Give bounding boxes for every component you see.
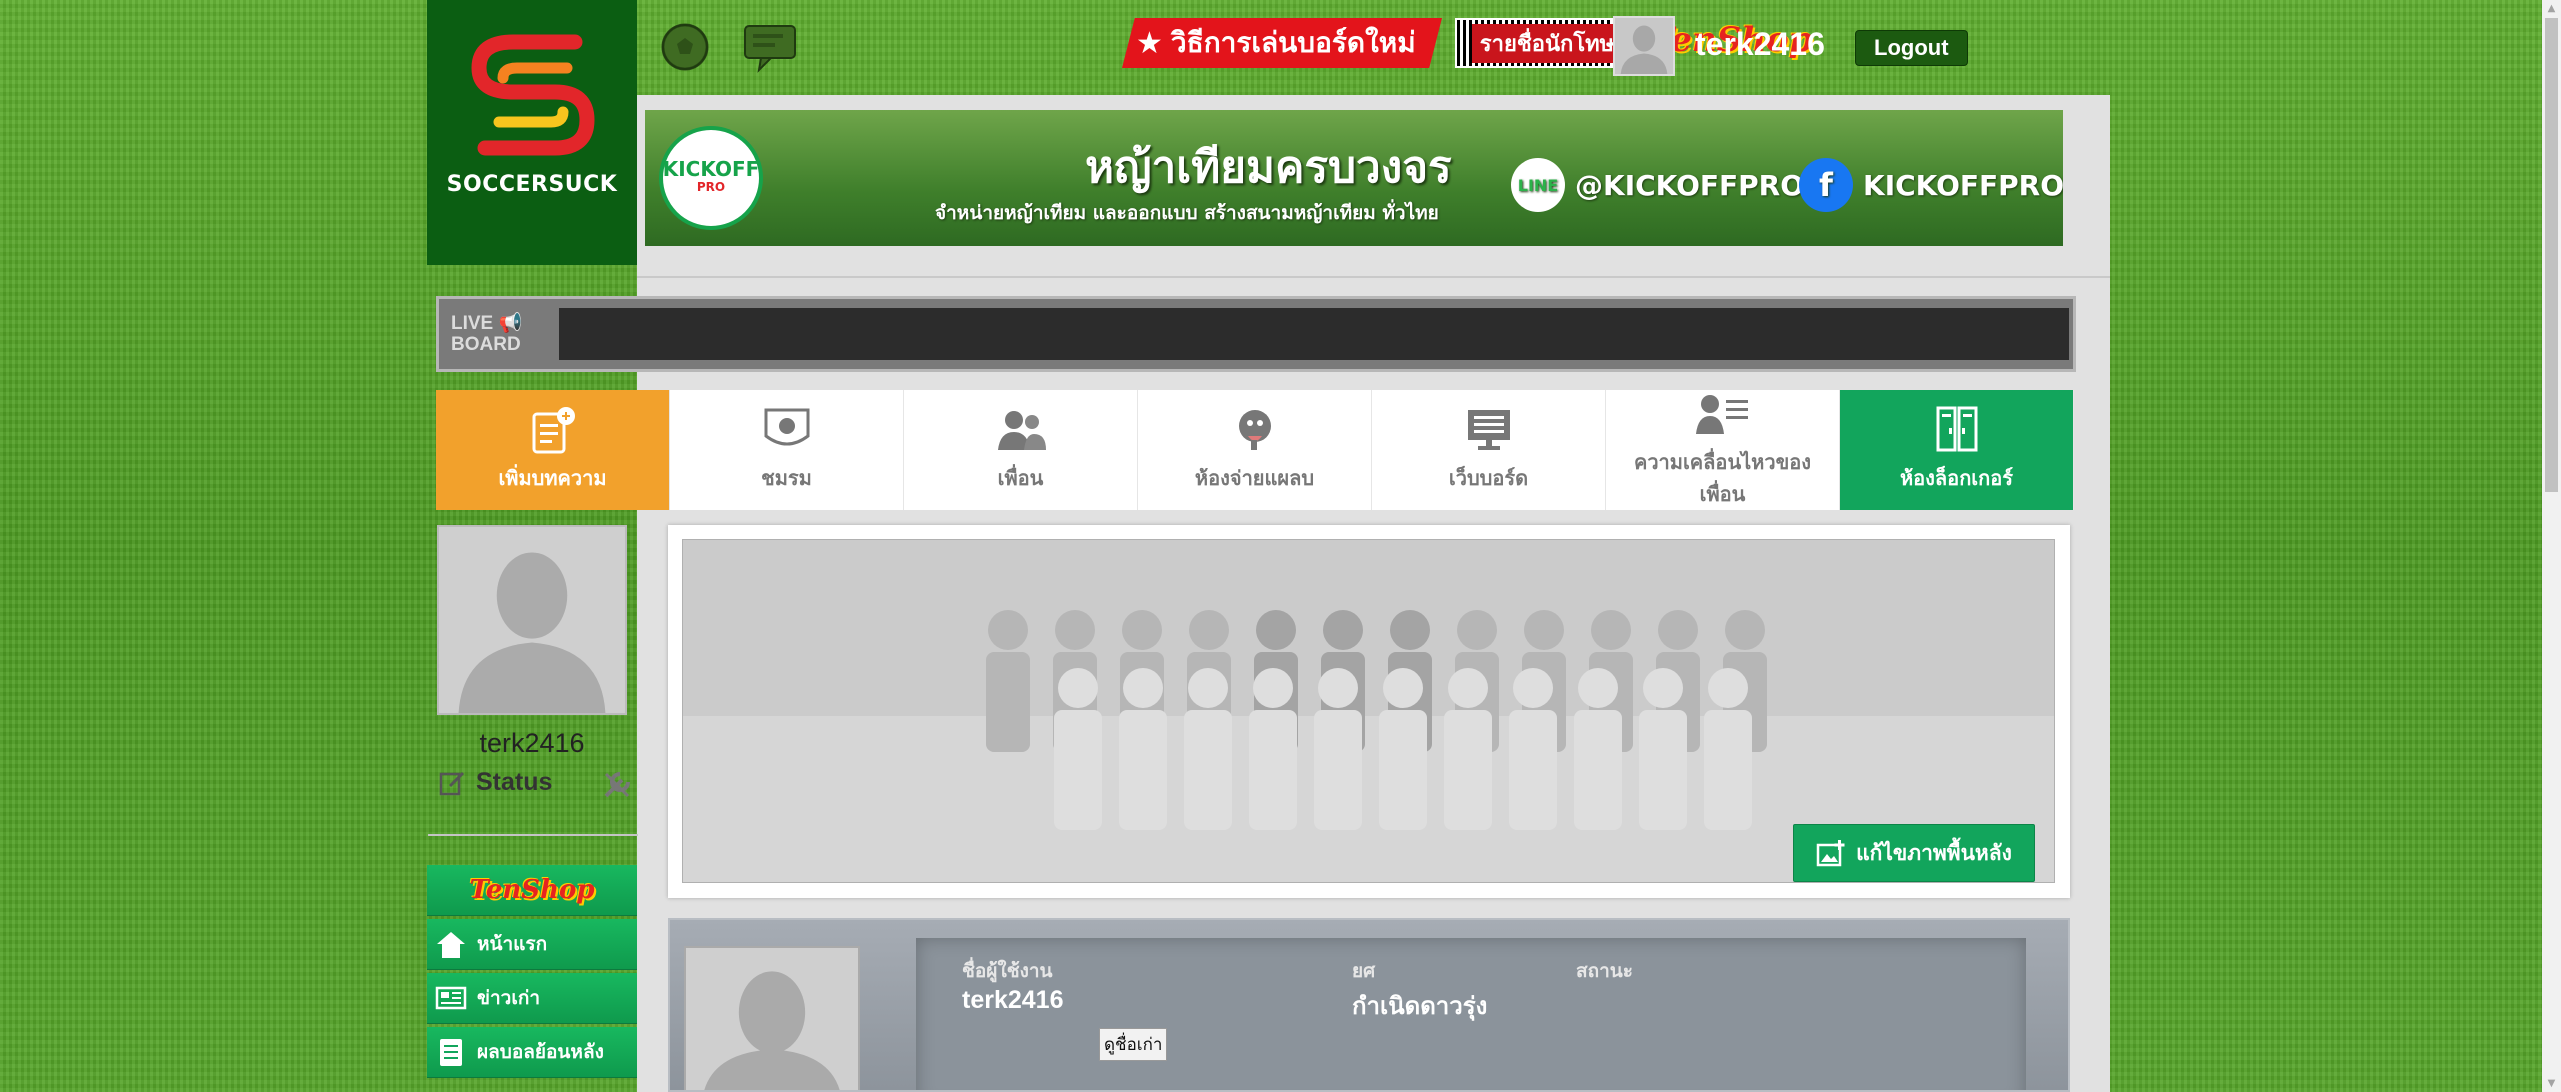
- soccersuck-logo-icon: [471, 34, 595, 156]
- nav-webboard[interactable]: เว็บบอร์ด: [1372, 390, 1606, 510]
- sidebar-item-home[interactable]: หน้าแรก: [427, 919, 637, 970]
- live-board-label-line1: LIVE: [451, 313, 494, 334]
- facebook-contact: f KICKOFFPRO: [1799, 158, 2063, 212]
- nav-friends-label: เพื่อน: [997, 466, 1044, 490]
- locker-room-icon: [1936, 406, 1977, 452]
- webboard-icon: [1467, 410, 1510, 450]
- profile-picture[interactable]: [437, 525, 627, 715]
- megaphone-icon: 📢: [498, 313, 523, 334]
- nav-club[interactable]: ชมรม: [670, 390, 904, 510]
- page-scrollbar[interactable]: ▲ ▼: [2542, 0, 2561, 1092]
- live-board-label-line2: BOARD: [451, 334, 521, 355]
- username-value: terk2416: [962, 986, 1064, 1014]
- friends-icon: [997, 411, 1046, 450]
- cover-placeholder: แก้ไขภาพพื้นหลัง: [682, 539, 2055, 883]
- edit-cover-label: แก้ไขภาพพื้นหลัง: [1856, 840, 2012, 865]
- nav-friends-activity[interactable]: ความเคลื่อนไหวของเพื่อน: [1606, 390, 1840, 510]
- nav-friends[interactable]: เพื่อน: [904, 390, 1138, 510]
- brand-name: SOCCERSUCK: [446, 172, 618, 197]
- kickoff-logo-sub: PRO: [696, 180, 726, 194]
- home-icon: [437, 932, 465, 958]
- user-avatar-small[interactable]: [1613, 16, 1675, 76]
- sidebar-item-past-results[interactable]: ผลบอลย้อนหลัง: [427, 1027, 637, 1078]
- nav-add-article-label: เพิ่มบทความ: [498, 466, 607, 490]
- past-results-icon: [440, 1039, 462, 1066]
- soccer-ball-icon[interactable]: [655, 18, 715, 76]
- rank-label: ยศ: [1352, 960, 1376, 982]
- status-label-info: สถานะ: [1576, 960, 1633, 982]
- scroll-up-icon[interactable]: ▲: [2542, 0, 2561, 17]
- sidebar-item-past-results-label: ผลบอลย้อนหลัง: [477, 1041, 604, 1063]
- username-label: ชื่อผู้ใช้งาน: [962, 960, 1053, 982]
- club-icon: [764, 408, 809, 446]
- sidebar-tenshop[interactable]: TenShop: [427, 865, 637, 916]
- facebook-icon: f: [1799, 158, 1853, 212]
- facebook-handle: KICKOFFPRO: [1863, 168, 2063, 202]
- line-icon: LINE: [1511, 158, 1565, 212]
- nav-webboard-label: เว็บบอร์ด: [1448, 466, 1529, 490]
- info-profile-picture[interactable]: [684, 946, 860, 1090]
- ad-headline: หญ้าเทียมครบวงจร: [1085, 142, 1452, 193]
- status-label: Status: [476, 768, 553, 796]
- kickoff-logo-text: KICKOFF: [662, 157, 760, 181]
- view-old-names-button[interactable]: ดูชื่อเก่า: [1099, 1028, 1168, 1061]
- edit-icon: [439, 771, 465, 795]
- site-logo[interactable]: SOCCERSUCK: [427, 0, 637, 265]
- live-board-ticker: [559, 308, 2069, 360]
- sidebar-item-home-label: หน้าแรก: [477, 933, 548, 955]
- cover-photo: แก้ไขภาพพื้นหลัง: [668, 525, 2070, 898]
- page-container: SOCCERSUCK ★ วิธีการเล่นบอร์ดใหม่ รายชื่…: [427, 0, 2110, 1092]
- rank-value: กำเนิดดาวรุ่ง: [1352, 992, 1488, 1020]
- nav-club-label: ชมรม: [761, 466, 812, 490]
- how-to-use-board-label: วิธีการเล่นบอร์ดใหม่: [1170, 26, 1416, 59]
- sidebar-item-old-news[interactable]: ข่าวเก่า: [427, 973, 637, 1024]
- nav-locker-room-label: ห้องล็อกเกอร์: [1899, 466, 2014, 490]
- nav-chat-room-label: ห้องจ่ายแผลบ: [1194, 466, 1315, 490]
- sidebar-item-old-news-label: ข่าวเก่า: [477, 987, 540, 1009]
- settings-wrench-icon[interactable]: [600, 768, 634, 802]
- banned-list-label: รายชื่อนักโทษ: [1471, 23, 1623, 63]
- info-panel: ชื่อผู้ใช้งาน terk2416 ดูชื่อเก่า ยศ กำเ…: [916, 938, 2026, 1090]
- nav-friends-activity-label: ความเคลื่อนไหวของเพื่อน: [1633, 450, 1812, 506]
- friends-activity-icon: [1695, 395, 1748, 434]
- chat-room-icon: [1238, 410, 1271, 450]
- old-news-icon: [435, 986, 467, 1010]
- main-nav: เพิ่มบทความ ชมรม เพื่อน ห้องจ่ายแผลบ เว็…: [436, 390, 2074, 510]
- default-avatar-icon: [704, 971, 840, 1090]
- banned-list-banner[interactable]: รายชื่อนักโทษ: [1455, 18, 1639, 68]
- top-bar: ★ วิธีการเล่นบอร์ดใหม่ รายชื่อนักโทษ Ten…: [637, 0, 2110, 95]
- tenshop-logo: TenShop: [469, 875, 595, 905]
- logout-button[interactable]: Logout: [1855, 30, 1968, 66]
- header-divider: [637, 276, 2110, 278]
- add-photo-icon: [1816, 840, 1845, 867]
- scrollbar-thumb[interactable]: [2545, 18, 2558, 492]
- edit-cover-button[interactable]: แก้ไขภาพพื้นหลัง: [1793, 824, 2035, 882]
- line-contact: LINE @KICKOFFPRO: [1511, 158, 1804, 212]
- line-handle: @KICKOFFPRO: [1575, 168, 1805, 202]
- chat-bubbles-icon[interactable]: [741, 18, 801, 76]
- profile-username: terk2416: [479, 728, 585, 758]
- kickoff-logo: KICKOFF PRO: [659, 126, 763, 230]
- scroll-down-icon[interactable]: ▼: [2542, 1075, 2561, 1092]
- live-board-label: LIVE 📢 BOARD: [451, 313, 522, 355]
- kickoffpro-ad-banner[interactable]: KICKOFF PRO หญ้าเทียมครบวงจร จำหน่ายหญ้า…: [645, 110, 2063, 246]
- star-icon: ★: [1136, 25, 1163, 61]
- sidebar-menu: TenShop หน้าแรก ข่าวเก่า ผลบอลย้อนหลัง: [427, 865, 637, 1081]
- add-article-icon: [532, 407, 575, 454]
- default-avatar-icon: [458, 552, 606, 713]
- how-to-use-board-banner[interactable]: ★ วิธีการเล่นบอร์ดใหม่: [1122, 18, 1442, 68]
- header-username[interactable]: terk2416: [1695, 26, 1825, 63]
- profile-info-section: ชื่อผู้ใช้งาน terk2416 ดูชื่อเก่า ยศ กำเ…: [668, 918, 2070, 1092]
- live-board: LIVE 📢 BOARD: [436, 296, 2076, 372]
- nav-locker-room[interactable]: ห้องล็อกเกอร์: [1840, 390, 2074, 510]
- status-editor[interactable]: Status: [438, 768, 552, 797]
- nav-chat-room[interactable]: ห้องจ่ายแผลบ: [1138, 390, 1372, 510]
- ad-subtext: จำหน่ายหญ้าเทียม และออกแบบ สร้างสนามหญ้า…: [935, 202, 1439, 224]
- default-avatar-icon: [1620, 25, 1668, 74]
- sidebar-divider: [428, 834, 638, 836]
- nav-add-article[interactable]: เพิ่มบทความ: [436, 390, 670, 510]
